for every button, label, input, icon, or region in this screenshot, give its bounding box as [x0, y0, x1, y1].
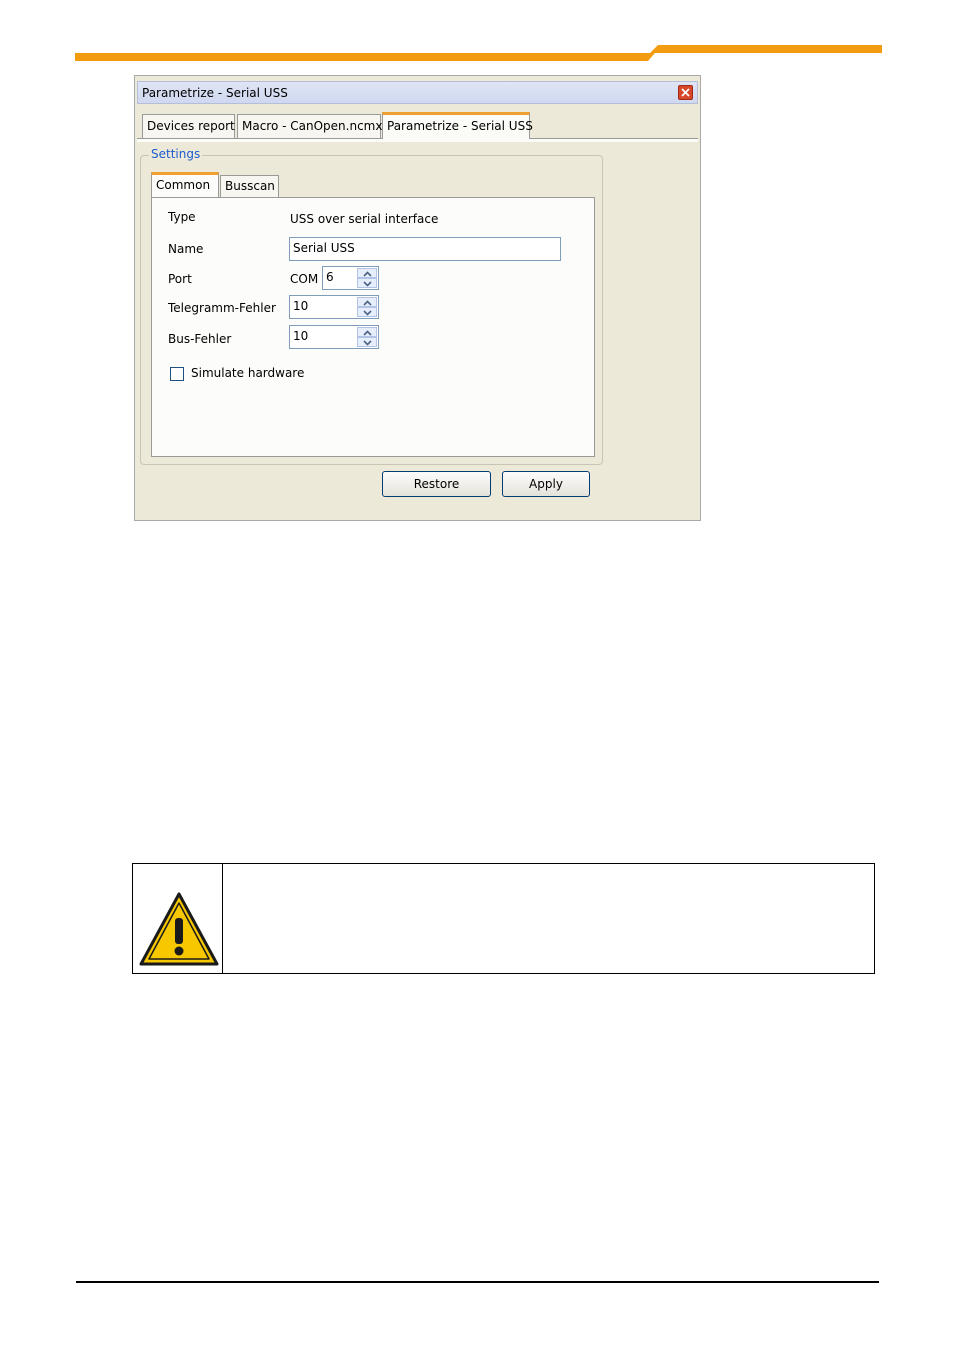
port-up-button[interactable] — [357, 268, 377, 278]
restore-button[interactable]: Restore — [382, 471, 491, 497]
common-panel: Type USS over serial interface Name Seri… — [151, 197, 595, 457]
telegramm-fehler-value: 10 — [293, 299, 309, 313]
bus-fehler-value: 10 — [293, 329, 309, 343]
chevron-down-icon — [363, 281, 372, 287]
window-titlebar: Parametrize - Serial USS — [137, 81, 698, 104]
chevron-down-icon — [363, 310, 372, 316]
port-value: 6 — [326, 270, 334, 284]
tab-busscan[interactable]: Busscan — [220, 175, 279, 197]
port-prefix: COM — [290, 272, 319, 286]
tab-macro-canopen[interactable]: Macro - CanOpen.ncmx — [237, 114, 382, 138]
chevron-down-icon — [363, 340, 372, 346]
bus-fehler-label: Bus-Fehler — [168, 332, 232, 346]
warning-icon-cell — [133, 864, 223, 973]
chevron-up-icon — [363, 271, 372, 277]
bus-up-button[interactable] — [357, 327, 377, 337]
port-stepper[interactable]: 6 — [322, 266, 379, 290]
simulate-hardware-checkbox[interactable] — [170, 367, 184, 381]
telegramm-fehler-label: Telegramm-Fehler — [168, 301, 276, 315]
parametrize-window: Parametrize - Serial USS Devices report … — [134, 75, 701, 521]
chevron-up-icon — [363, 330, 372, 336]
type-value: USS over serial interface — [290, 212, 439, 226]
name-label: Name — [168, 242, 204, 256]
telegramm-down-button[interactable] — [357, 307, 377, 317]
bus-down-button[interactable] — [357, 337, 377, 347]
tab-devices-report[interactable]: Devices report — [142, 114, 235, 138]
settings-group-label: Settings — [149, 147, 203, 161]
warning-triangle-icon — [139, 892, 219, 966]
close-icon[interactable] — [678, 85, 693, 100]
port-label: Port — [168, 272, 192, 286]
tab-parametrize-serial-uss[interactable]: Parametrize - Serial USS — [382, 112, 533, 139]
simulate-hardware-label: Simulate hardware — [191, 366, 305, 380]
name-input[interactable]: Serial USS — [289, 237, 561, 261]
apply-button[interactable]: Apply — [502, 471, 590, 497]
telegramm-up-button[interactable] — [357, 297, 377, 307]
telegramm-fehler-stepper[interactable]: 10 — [289, 295, 379, 319]
bus-fehler-stepper[interactable]: 10 — [289, 325, 379, 349]
type-label: Type — [168, 210, 196, 224]
chevron-up-icon — [363, 300, 372, 306]
window-title: Parametrize - Serial USS — [142, 86, 288, 100]
footer-rule — [76, 1281, 879, 1283]
tab-common[interactable]: Common — [151, 172, 219, 198]
header-bar — [75, 45, 882, 61]
warning-box — [132, 863, 875, 974]
port-down-button[interactable] — [357, 278, 377, 288]
